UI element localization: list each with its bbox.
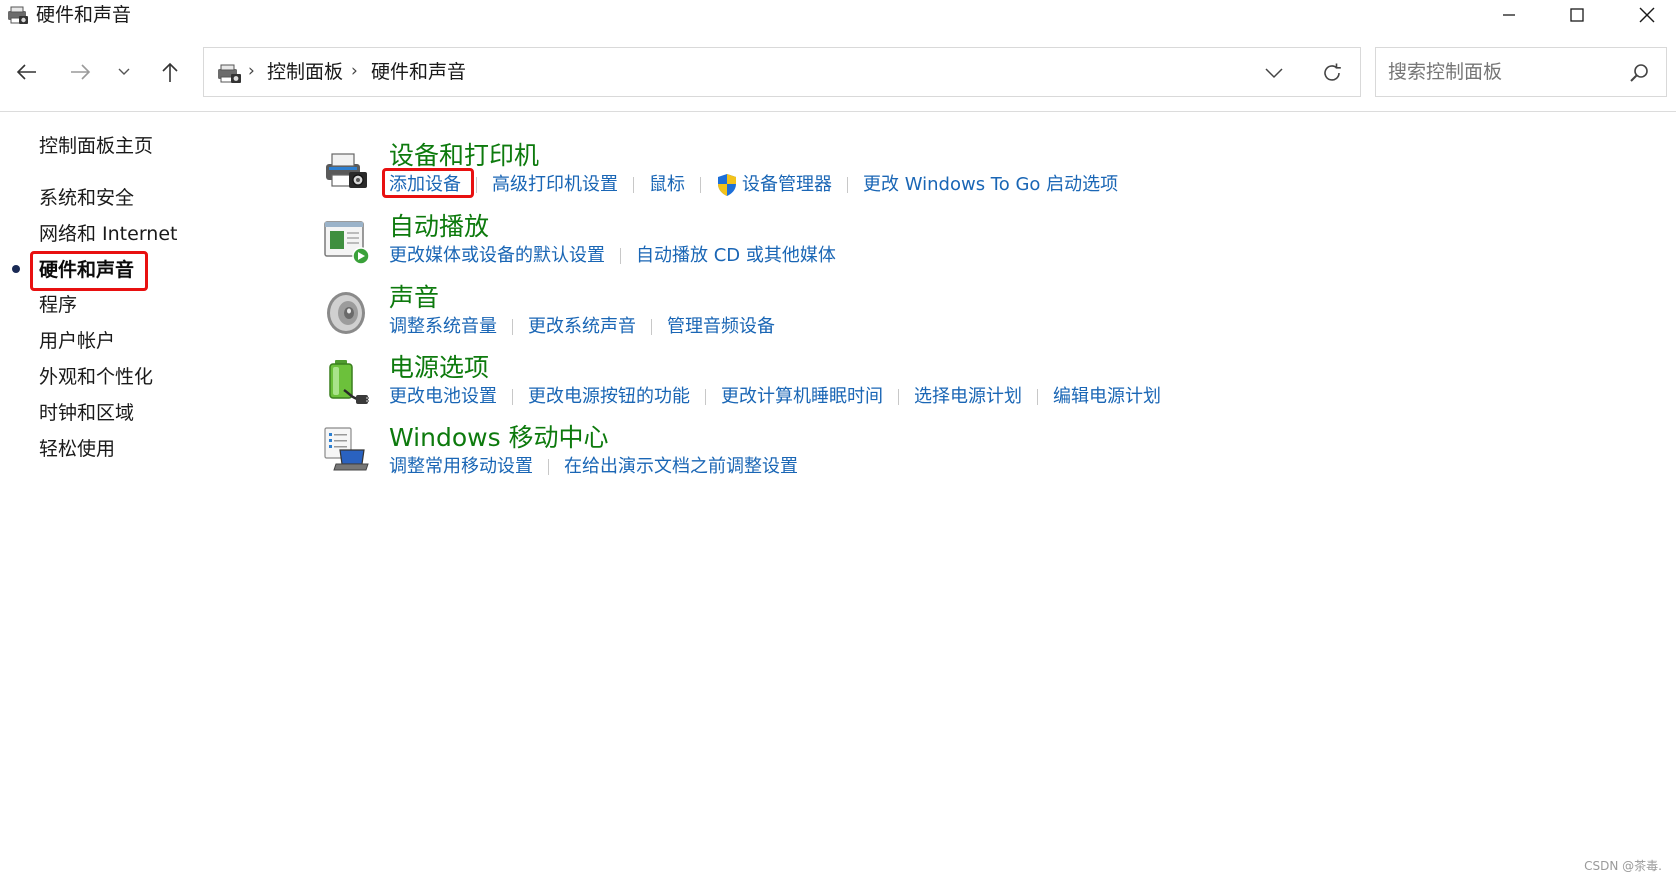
navigation-bar: › 控制面板 › 硬件和声音 — [0, 44, 1676, 100]
search-box[interactable] — [1375, 47, 1667, 97]
link-change-media-defaults[interactable]: 更改媒体或设备的默认设置 — [389, 243, 605, 269]
link-separator — [700, 177, 701, 193]
category-links-devices-printers: 添加设备 高级打印机设置 鼠标 设备管理器 更改 Windows To Go 启… — [389, 172, 1118, 198]
battery-icon — [329, 360, 369, 404]
link-separator — [705, 389, 706, 405]
address-history-button[interactable] — [1260, 60, 1288, 86]
link-separator — [512, 319, 513, 335]
category-title-sound[interactable]: 声音 — [389, 282, 439, 314]
link-power-button-function[interactable]: 更改电源按钮的功能 — [528, 384, 690, 410]
link-separator — [633, 177, 634, 193]
link-autoplay-cd[interactable]: 自动播放 CD 或其他媒体 — [636, 243, 836, 269]
link-battery-settings[interactable]: 更改电池设置 — [389, 384, 497, 410]
breadcrumb-separator-icon: › — [248, 61, 255, 81]
category-links-power-options: 更改电池设置 更改电源按钮的功能 更改计算机睡眠时间 选择电源计划 编辑电源计划 — [389, 384, 1161, 410]
breadcrumb-hardware-sound[interactable]: 硬件和声音 — [371, 60, 466, 84]
arrow-up-icon — [162, 62, 178, 82]
link-adjust-volume[interactable]: 调整系统音量 — [389, 314, 497, 340]
breadcrumb-control-panel[interactable]: 控制面板 — [267, 60, 343, 84]
link-sleep-time[interactable]: 更改计算机睡眠时间 — [721, 384, 883, 410]
minimize-button[interactable] — [1474, 0, 1544, 30]
sidebar-item-programs[interactable]: 程序 — [39, 292, 77, 318]
up-button[interactable] — [154, 56, 186, 88]
search-input[interactable] — [1376, 48, 1628, 96]
link-device-manager[interactable]: 设备管理器 — [742, 172, 832, 198]
forward-button[interactable] — [64, 56, 96, 88]
active-bullet-icon — [12, 265, 20, 273]
maximize-icon — [1570, 8, 1584, 22]
link-separator — [476, 177, 477, 193]
chevron-down-icon — [1265, 68, 1283, 79]
maximize-button[interactable] — [1542, 0, 1612, 30]
sidebar-item-home[interactable]: 控制面板主页 — [39, 133, 153, 159]
watermark: CSDN @茶毒. — [1584, 859, 1662, 873]
link-manage-audio-devices[interactable]: 管理音频设备 — [667, 314, 775, 340]
highlight-box-add-device — [382, 168, 474, 198]
refresh-button[interactable] — [1318, 60, 1346, 86]
uac-shield-icon — [718, 174, 736, 196]
navigation-divider — [0, 111, 1676, 112]
link-separator — [898, 389, 899, 405]
speaker-icon — [327, 292, 365, 334]
category-title-power-options[interactable]: 电源选项 — [389, 352, 489, 384]
breadcrumb-separator-icon: › — [351, 61, 358, 81]
chevron-down-icon — [118, 68, 130, 75]
link-separator — [1037, 389, 1038, 405]
refresh-icon — [1324, 63, 1341, 81]
link-separator — [548, 459, 549, 475]
highlight-box-sidebar — [30, 251, 148, 291]
category-title-autoplay[interactable]: 自动播放 — [389, 211, 489, 243]
link-separator — [620, 248, 621, 264]
link-windows-to-go[interactable]: 更改 Windows To Go 启动选项 — [863, 172, 1118, 198]
sidebar-item-ease-of-access[interactable]: 轻松使用 — [39, 436, 115, 462]
arrow-right-icon — [71, 64, 91, 80]
link-presentation-settings[interactable]: 在给出演示文档之前调整设置 — [564, 454, 798, 480]
control-panel-icon — [218, 64, 241, 83]
title-bar: 硬件和声音 — [0, 0, 1676, 30]
close-icon — [1639, 7, 1655, 23]
link-edit-power-plan[interactable]: 编辑电源计划 — [1053, 384, 1161, 410]
link-separator — [847, 177, 848, 193]
close-button[interactable] — [1612, 0, 1676, 30]
sidebar-item-user-accounts[interactable]: 用户帐户 — [39, 328, 115, 354]
category-title-mobility-center[interactable]: Windows 移动中心 — [389, 422, 609, 454]
printer-icon — [8, 6, 28, 24]
sidebar-item-appearance[interactable]: 外观和个性化 — [39, 364, 153, 390]
link-common-mobility-settings[interactable]: 调整常用移动设置 — [389, 454, 533, 480]
back-button[interactable] — [11, 56, 43, 88]
search-icon[interactable] — [1628, 62, 1650, 84]
sidebar-item-system-security[interactable]: 系统和安全 — [39, 185, 134, 211]
category-links-autoplay: 更改媒体或设备的默认设置 自动播放 CD 或其他媒体 — [389, 243, 836, 269]
link-separator — [651, 319, 652, 335]
link-choose-power-plan[interactable]: 选择电源计划 — [914, 384, 1022, 410]
printer-icon — [326, 153, 367, 188]
link-mouse[interactable]: 鼠标 — [649, 172, 685, 198]
address-bar[interactable]: › 控制面板 › 硬件和声音 — [203, 47, 1361, 97]
category-links-sound: 调整系统音量 更改系统声音 管理音频设备 — [389, 314, 775, 340]
autoplay-icon — [324, 221, 370, 265]
category-links-mobility-center: 调整常用移动设置 在给出演示文档之前调整设置 — [389, 454, 798, 480]
minimize-icon — [1503, 14, 1515, 16]
mobility-center-icon — [324, 427, 369, 471]
window-title: 硬件和声音 — [36, 4, 132, 26]
sidebar-item-clock-region[interactable]: 时钟和区域 — [39, 400, 134, 426]
sidebar-item-network[interactable]: 网络和 Internet — [39, 221, 177, 247]
arrow-left-icon — [16, 64, 36, 80]
recent-locations-button[interactable] — [108, 56, 140, 88]
link-advanced-printer-setup[interactable]: 高级打印机设置 — [492, 172, 618, 198]
link-change-system-sounds[interactable]: 更改系统声音 — [528, 314, 636, 340]
link-separator — [512, 389, 513, 405]
